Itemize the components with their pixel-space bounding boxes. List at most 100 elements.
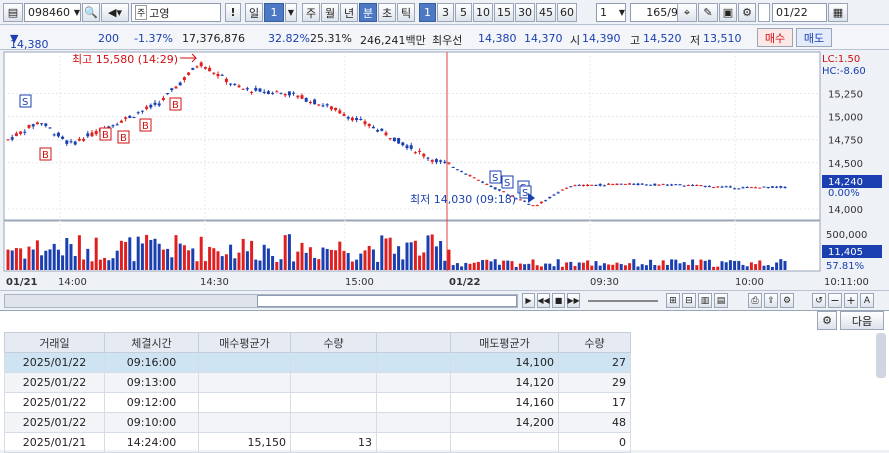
sound-icon[interactable]: ◀▾: [101, 3, 129, 22]
print-icon[interactable]: ⎙: [748, 293, 762, 308]
stop-icon[interactable]: ■: [552, 293, 565, 308]
candle-body: [670, 184, 674, 186]
tab-minute[interactable]: 분: [359, 3, 377, 22]
volume-bar: [69, 244, 73, 270]
scroll-next-icon[interactable]: ▶: [522, 293, 535, 308]
candle-body: [611, 184, 615, 186]
zoom-in-icon[interactable]: +: [844, 293, 858, 308]
column-header[interactable]: 매도평균가: [450, 332, 559, 353]
volume-bar: [699, 259, 703, 270]
volume-bar: [52, 243, 56, 270]
candle-body: [237, 85, 241, 88]
price-chart[interactable]: 최고 15,580 (14:29) 최저 14,030 (09:18) BB BB…: [0, 51, 889, 291]
candle-body: [6, 139, 10, 141]
tab-15min[interactable]: 15: [494, 3, 514, 22]
volume-bar: [737, 260, 741, 270]
rewind-icon[interactable]: ◀◀: [537, 293, 550, 308]
sell-button[interactable]: 매도: [796, 28, 832, 47]
indicator-icon[interactable]: ▤: [714, 293, 728, 308]
column-header[interactable]: 수량: [290, 332, 377, 353]
chevron-down-icon[interactable]: ▼: [285, 3, 297, 22]
candle-body: [115, 124, 119, 126]
stock-name-field[interactable]: 주 고영: [131, 3, 221, 22]
candle-body: [531, 205, 535, 207]
menu-icon[interactable]: ▤: [3, 3, 23, 22]
forward-icon[interactable]: ▶▶: [567, 293, 580, 308]
crosshair-icon[interactable]: ⌖: [677, 3, 697, 22]
volume-bar: [581, 262, 585, 270]
candle-body: [52, 134, 56, 136]
chart-type-icon[interactable]: ▥: [698, 293, 712, 308]
tab-week[interactable]: 주: [302, 3, 320, 22]
tab-1min[interactable]: 1: [419, 3, 436, 22]
table-row[interactable]: 2025/01/22 09:13:00 14,120 29: [4, 372, 631, 393]
tab-second[interactable]: 초: [378, 3, 396, 22]
candle-body: [174, 86, 178, 89]
turnover-rate: 25.31%: [310, 32, 352, 45]
volume-bar: [279, 259, 283, 270]
date-input[interactable]: 01/22: [772, 3, 827, 22]
tab-tick[interactable]: 틱: [397, 3, 415, 22]
candle-body: [707, 186, 711, 188]
high-price: 14,520: [643, 32, 682, 45]
column-header[interactable]: 체결시간: [104, 332, 199, 353]
volume-bar: [476, 261, 480, 270]
settings-icon[interactable]: ⚙: [780, 293, 794, 308]
grid-scrollbar[interactable]: [876, 333, 886, 378]
save-icon[interactable]: ▣: [719, 3, 737, 22]
candle-body: [203, 67, 207, 69]
candle-body: [745, 187, 749, 189]
volume-bar: [598, 265, 602, 270]
candle-body: [195, 66, 199, 68]
tab-3min[interactable]: 3: [437, 3, 454, 22]
stock-code-input[interactable]: 098460 ▼: [24, 3, 81, 22]
grid-settings-icon[interactable]: ⚙: [817, 311, 837, 330]
layout2-icon[interactable]: ⊟: [682, 293, 696, 308]
table-row[interactable]: 2025/01/22 09:10:00 14,200 48: [4, 412, 631, 433]
volume-bar: [754, 264, 758, 270]
date-checkbox[interactable]: [758, 3, 770, 22]
next-button[interactable]: 다음: [840, 311, 884, 330]
tab-10min[interactable]: 10: [473, 3, 493, 22]
tab-45min[interactable]: 45: [536, 3, 556, 22]
column-header[interactable]: 거래일: [4, 332, 105, 353]
tab-60min[interactable]: 60: [557, 3, 577, 22]
tab-month[interactable]: 월: [321, 3, 339, 22]
table-row[interactable]: 2025/01/22 09:16:00 14,100 27: [4, 352, 631, 373]
zoom-slider[interactable]: [588, 300, 658, 302]
price-tick: 15,000: [828, 113, 863, 124]
gear-icon[interactable]: ⚙: [738, 3, 756, 22]
search-icon[interactable]: 🔍: [82, 3, 100, 22]
calendar-icon[interactable]: ▦: [828, 3, 848, 22]
table-row[interactable]: 2025/01/22 09:12:00 14,160 17: [4, 392, 631, 413]
tab-day[interactable]: 일: [245, 3, 263, 22]
chart-scrollbar[interactable]: [4, 294, 518, 308]
tab-day-unit[interactable]: 1: [264, 3, 284, 22]
tab-5min[interactable]: 5: [455, 3, 472, 22]
candle-body: [317, 104, 321, 106]
tool-icon[interactable]: ✎: [698, 3, 718, 22]
export-icon[interactable]: ⇪: [764, 293, 778, 308]
candle-body: [325, 104, 329, 106]
scroll-thumb[interactable]: [257, 295, 517, 307]
column-header[interactable]: [376, 332, 451, 353]
unit-select[interactable]: 1 ▼: [596, 3, 626, 22]
reset-icon[interactable]: ↺: [812, 293, 826, 308]
column-header[interactable]: 매수평균가: [198, 332, 291, 353]
candle-body: [279, 92, 283, 94]
column-header[interactable]: 수량: [558, 332, 631, 353]
scale-icon[interactable]: A: [860, 293, 874, 308]
volume-bar: [720, 261, 724, 270]
candle-body: [271, 92, 275, 94]
buy-button[interactable]: 매수: [757, 28, 793, 47]
candle-body: [35, 122, 39, 125]
tab-year[interactable]: 년: [340, 3, 358, 22]
candle-body: [161, 97, 165, 100]
layout-icon[interactable]: ⊞: [666, 293, 680, 308]
alert-button[interactable]: !: [225, 3, 241, 22]
volume-bar: [145, 234, 149, 270]
tab-30min[interactable]: 30: [515, 3, 535, 22]
zoom-out-icon[interactable]: −: [828, 293, 842, 308]
candle-body: [686, 184, 690, 187]
candle-body: [619, 183, 623, 185]
